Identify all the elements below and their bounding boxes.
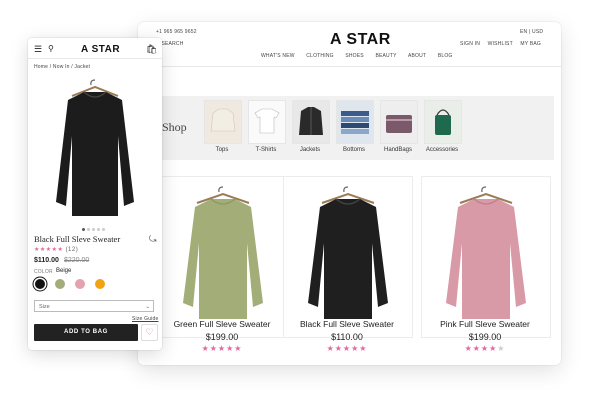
category-bottoms[interactable]: Bottoms	[336, 100, 374, 153]
add-to-bag-button[interactable]: ADD TO BAG	[34, 324, 138, 341]
carousel-dot[interactable]	[92, 228, 95, 231]
mobile-window: ☰ ⚲ A STAR 🛍 Home / Now In / Jacket Blac…	[28, 38, 162, 350]
product-rating: ★★★★★	[277, 344, 417, 353]
category-thumb-t-shirts	[248, 100, 286, 144]
share-icon[interactable]: ⤿	[149, 234, 157, 245]
star-icon: ★	[209, 344, 218, 353]
star-icon: ★	[464, 344, 473, 353]
swatch-black[interactable]	[35, 279, 45, 289]
category-label: Tops	[215, 147, 229, 153]
carousel-dot[interactable]	[97, 228, 100, 231]
main-nav: WHAT'S NEW CLOTHING SHOES BEAUTY ABOUT B…	[261, 53, 463, 59]
carousel-dot[interactable]	[102, 228, 105, 231]
product-name[interactable]: Black Full Sleve Sweater	[277, 319, 417, 329]
language-label: EN	[520, 29, 528, 35]
search-label: SEARCH	[161, 41, 184, 47]
category-jackets[interactable]: Jackets	[292, 100, 330, 153]
header-divider	[138, 66, 561, 67]
wishlist-heart-icon[interactable]: ♡	[141, 324, 158, 341]
product-price: $199.00	[205, 332, 239, 342]
size-guide-link[interactable]: Size Guide	[132, 316, 158, 322]
category-thumb-tops	[204, 100, 242, 144]
product-card-green[interactable]	[158, 176, 288, 338]
pink-sweater-image	[446, 186, 526, 319]
product-rating: ★★★★★	[415, 344, 555, 353]
category-label: Accessories	[425, 147, 459, 153]
category-t-shirts[interactable]: T-Shirts	[248, 100, 286, 153]
color-label: COLOR	[34, 269, 53, 275]
site-logo[interactable]: A STAR	[330, 31, 391, 49]
breadcrumb[interactable]: Home / Now In / Jacket	[34, 64, 90, 70]
star-icon: ★	[472, 344, 481, 353]
star-icon: ★	[342, 344, 352, 353]
product-title: Black Full Sleve Sweater	[34, 234, 121, 244]
menu-icon[interactable]: ☰	[34, 44, 42, 55]
shop-title: Shop	[162, 120, 187, 134]
nav-item-clothing[interactable]: CLOTHING	[306, 53, 333, 59]
product-price: $199.00	[468, 332, 502, 342]
mobile-logo[interactable]: A STAR	[81, 44, 120, 55]
search-icon[interactable]: ⚲	[48, 44, 54, 53]
chevron-down-icon: ⌄	[145, 304, 150, 310]
star-icon: ★	[234, 344, 243, 353]
review-count: (12)	[65, 247, 79, 253]
nav-item-about[interactable]: ABOUT	[408, 53, 426, 59]
product-main-image	[34, 74, 156, 224]
category-label: HandBags	[383, 147, 413, 153]
category-label: Jackets	[299, 147, 321, 153]
swatch-orange[interactable]	[95, 279, 105, 289]
product-name[interactable]: Green Full Sleve Sweater	[152, 319, 292, 329]
swatch-pink[interactable]	[75, 279, 85, 289]
nav-item-whats-new[interactable]: WHAT'S NEW	[261, 53, 295, 59]
old-price: $220.00	[64, 257, 90, 264]
star-icon: ★	[217, 344, 227, 353]
nav-item-beauty[interactable]: BEAUTY	[375, 53, 396, 59]
product-rating: ★★★★★ (12)	[34, 247, 79, 253]
star-icon: ★	[359, 344, 368, 353]
star-icon: ★	[326, 344, 335, 353]
green-sweater-image	[183, 186, 263, 319]
sign-in-link[interactable]: SIGN IN	[460, 41, 480, 47]
star-icon: ★	[480, 344, 490, 353]
product-price: $110.00	[34, 257, 59, 264]
mobile-header-divider	[28, 58, 162, 59]
carousel-dot[interactable]	[87, 228, 90, 231]
category-handbags[interactable]: HandBags	[380, 100, 418, 153]
category-accessories[interactable]: Accessories	[424, 100, 462, 153]
product-card-pink[interactable]	[421, 176, 551, 338]
black-sweater-image	[308, 186, 388, 319]
category-thumb-accessories	[424, 100, 462, 144]
star-icon: ★	[334, 344, 343, 353]
currency-label: USD	[532, 29, 544, 35]
category-tops[interactable]: Tops	[204, 100, 242, 153]
color-value: Beige	[56, 268, 72, 274]
account-links: SIGN IN WISHLIST MY BAG	[460, 41, 541, 47]
category-label: Bottoms	[342, 147, 365, 153]
nav-item-shoes[interactable]: SHOES	[345, 53, 364, 59]
product-rating: ★★★★★	[152, 344, 292, 353]
product-price: $110.00	[331, 332, 363, 342]
product-name[interactable]: Pink Full Sleve Sweater	[415, 319, 555, 329]
category-bar: Shop Tops T-Shirts Jackets Bottoms HandB…	[158, 96, 554, 160]
carousel-dot[interactable]	[82, 228, 85, 231]
desktop-window: +1 965 965 9652 ⚲ SEARCH EN | USD A STAR…	[138, 22, 561, 365]
phone-number: +1 965 965 9652	[156, 29, 197, 35]
my-bag-link[interactable]: MY BAG	[520, 41, 541, 47]
swatch-green[interactable]	[55, 279, 65, 289]
category-label: T-Shirts	[255, 147, 277, 153]
size-placeholder: Size	[39, 304, 50, 310]
category-thumb-bottoms	[336, 100, 374, 144]
wishlist-link[interactable]: WISHLIST	[488, 41, 513, 47]
category-thumb-jackets	[292, 100, 330, 144]
bag-icon[interactable]: 🛍	[146, 44, 157, 55]
locale-switcher[interactable]: EN | USD	[520, 29, 543, 35]
nav-item-blog[interactable]: BLOG	[438, 53, 453, 59]
star-icon: ★	[497, 344, 506, 353]
category-thumb-handbags	[380, 100, 418, 144]
product-card-black[interactable]	[283, 176, 413, 338]
size-select[interactable]: Size ⌄	[34, 300, 154, 312]
star-icon: ★	[201, 344, 210, 353]
